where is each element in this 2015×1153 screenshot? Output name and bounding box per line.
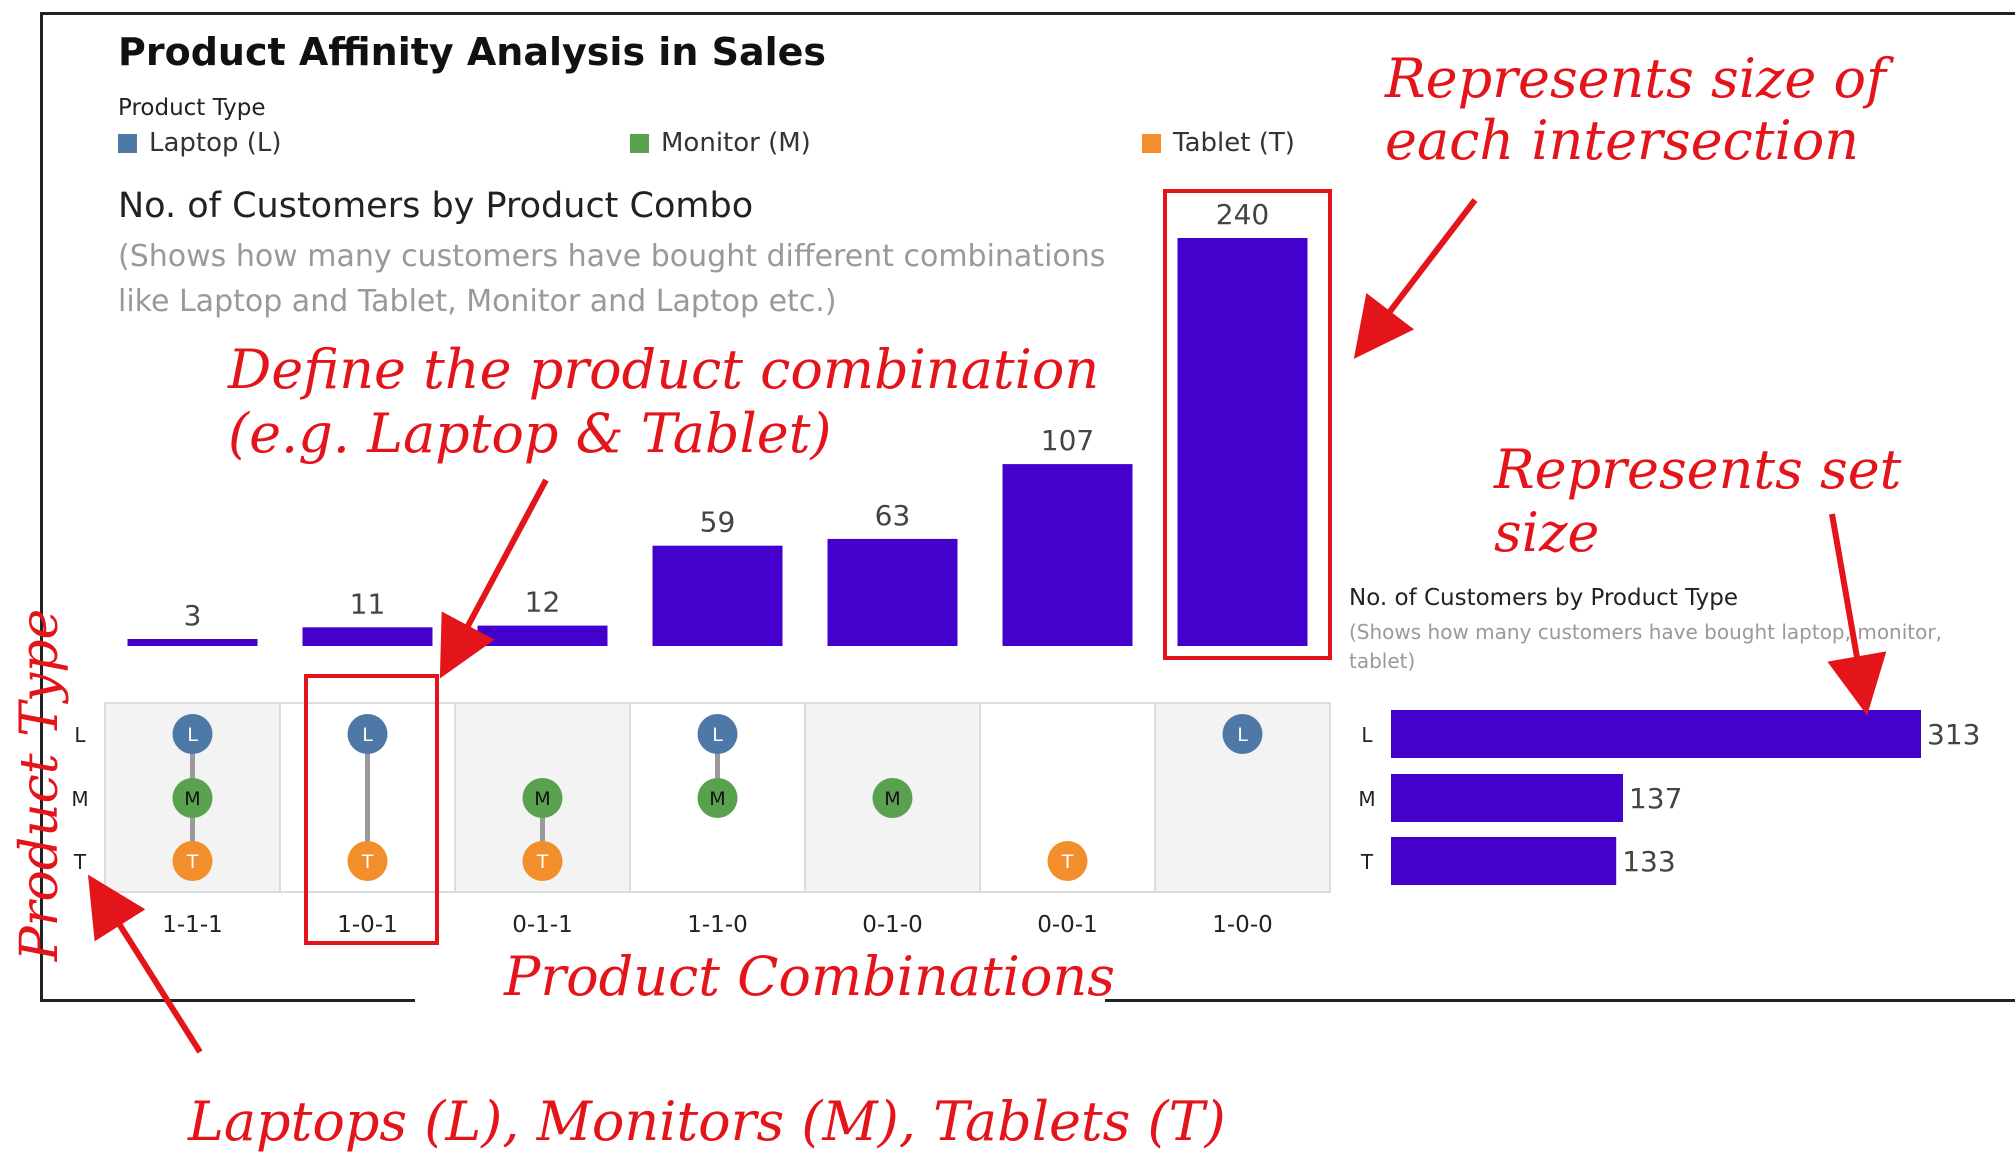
- combo-category-label: 1-0-0: [1212, 912, 1273, 938]
- membership-dot-label: M: [884, 788, 900, 810]
- membership-dot-label: M: [534, 788, 550, 810]
- matrix-row-label: T: [73, 850, 87, 874]
- membership-dot-label: L: [187, 724, 198, 746]
- combo-bar[interactable]: [652, 545, 783, 646]
- membership-dot-label: M: [184, 788, 200, 810]
- set-size-bar-label: 137: [1629, 782, 1682, 815]
- combo-category-label: 0-1-0: [862, 912, 923, 938]
- set-category-label: M: [1358, 787, 1375, 811]
- matrix-row-label: M: [71, 787, 88, 811]
- set-size-bar[interactable]: [1391, 774, 1623, 822]
- set-size-bar-label: 133: [1622, 845, 1675, 878]
- combo-category-label: 0-1-1: [512, 912, 573, 938]
- combo-bar[interactable]: [1002, 464, 1133, 646]
- arrow-intersection: [1353, 198, 1478, 359]
- combo-bar-label: 240: [1216, 198, 1269, 231]
- set-size-bar[interactable]: [1391, 837, 1617, 885]
- membership-dot-label: T: [361, 851, 374, 873]
- upset-chart: 3 11 12 59 63 107 240 L M T 1-1-1 L T 1-0-1 M T 0-1-1 L M…: [71, 189, 1980, 1054]
- set-category-label: L: [1361, 723, 1373, 747]
- membership-dot-label: M: [709, 788, 725, 810]
- combo-category-label: 1-1-1: [162, 912, 223, 938]
- combo-bar-label: 12: [525, 586, 561, 619]
- membership-dot-label: L: [1237, 724, 1248, 746]
- combo-category-label: 1-0-1: [337, 912, 398, 938]
- set-size-bar-label: 313: [1927, 718, 1980, 751]
- combo-bar-label: 3: [184, 599, 202, 632]
- combo-bar[interactable]: [827, 538, 958, 646]
- combo-bar[interactable]: [127, 639, 258, 646]
- membership-dot-label: T: [536, 851, 549, 873]
- combo-bar-label: 59: [700, 506, 736, 539]
- combo-bar-label: 63: [875, 499, 911, 532]
- combo-bar-label: 11: [350, 587, 386, 620]
- combo-bar[interactable]: [1177, 238, 1308, 646]
- combo-bar[interactable]: [302, 627, 433, 646]
- membership-dot-label: L: [362, 724, 373, 746]
- set-category-label: T: [1360, 850, 1374, 874]
- membership-dot-label: T: [186, 851, 199, 873]
- arrow-set-size: [1827, 513, 1887, 716]
- combo-category-label: 0-0-1: [1037, 912, 1098, 938]
- membership-dot-label: T: [1061, 851, 1074, 873]
- matrix-row-label: L: [74, 723, 86, 747]
- set-size-bars: 313 L 137 M 133 T: [1358, 710, 1980, 885]
- combo-category-label: 1-1-0: [687, 912, 748, 938]
- combo-bars: 3 11 12 59 63 107 240: [127, 198, 1308, 646]
- set-size-bar[interactable]: [1391, 710, 1921, 758]
- combo-bar[interactable]: [477, 625, 608, 646]
- membership-matrix: L M T 1-1-1 L T 1-0-1 M T 0-1-1 L M 1-1-0 M 0-1-0 T 0-0-…: [71, 702, 1331, 938]
- membership-dot-label: L: [712, 724, 723, 746]
- combo-bar-label: 107: [1041, 424, 1094, 457]
